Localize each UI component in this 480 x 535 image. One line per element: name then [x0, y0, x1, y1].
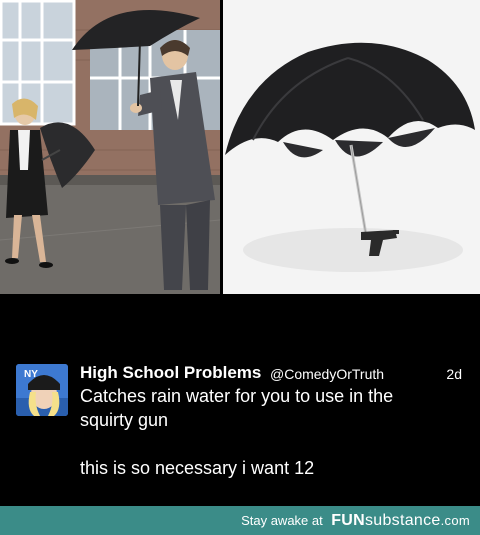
umbrella-gun-illustration — [223, 0, 480, 294]
umbrella-gun-photo — [223, 0, 480, 294]
site-footer: Stay awake at FUNsubstance.com — [0, 506, 480, 535]
brand-rest: substance — [364, 512, 441, 529]
avatar-letters: NY — [24, 369, 38, 380]
brand-bold: FUN — [331, 512, 365, 529]
footer-watermark[interactable]: Stay awake at FUNsubstance.com — [241, 506, 470, 535]
umbrella-people-photo — [0, 0, 220, 294]
photo-strip — [0, 0, 480, 294]
tweet-body: Catches rain water for you to use in the… — [80, 384, 465, 480]
tweet-header: High School Problems @ComedyOrTruth 2d — [80, 362, 464, 384]
tweet-line-2: squirty gun — [80, 410, 169, 430]
user-handle[interactable]: @ComedyOrTruth — [270, 364, 384, 384]
tweet-line-3: this is so necessary i want 12 — [80, 458, 315, 478]
brand-tld: .com — [440, 513, 470, 528]
footer-tagline: Stay awake at — [241, 513, 323, 528]
footer-brand: FUNsubstance.com — [331, 512, 470, 529]
tweet-card: NY High School Problems @ComedyOrTruth 2… — [0, 294, 480, 506]
tweet-line-1: Catches rain water for you to use in the — [80, 386, 394, 406]
tweet-timestamp[interactable]: 2d — [446, 364, 462, 384]
avatar-image-icon: NY — [16, 364, 68, 416]
avatar[interactable]: NY — [16, 364, 68, 416]
display-name[interactable]: High School Problems — [80, 362, 261, 384]
umbrella-people-illustration — [0, 0, 220, 294]
